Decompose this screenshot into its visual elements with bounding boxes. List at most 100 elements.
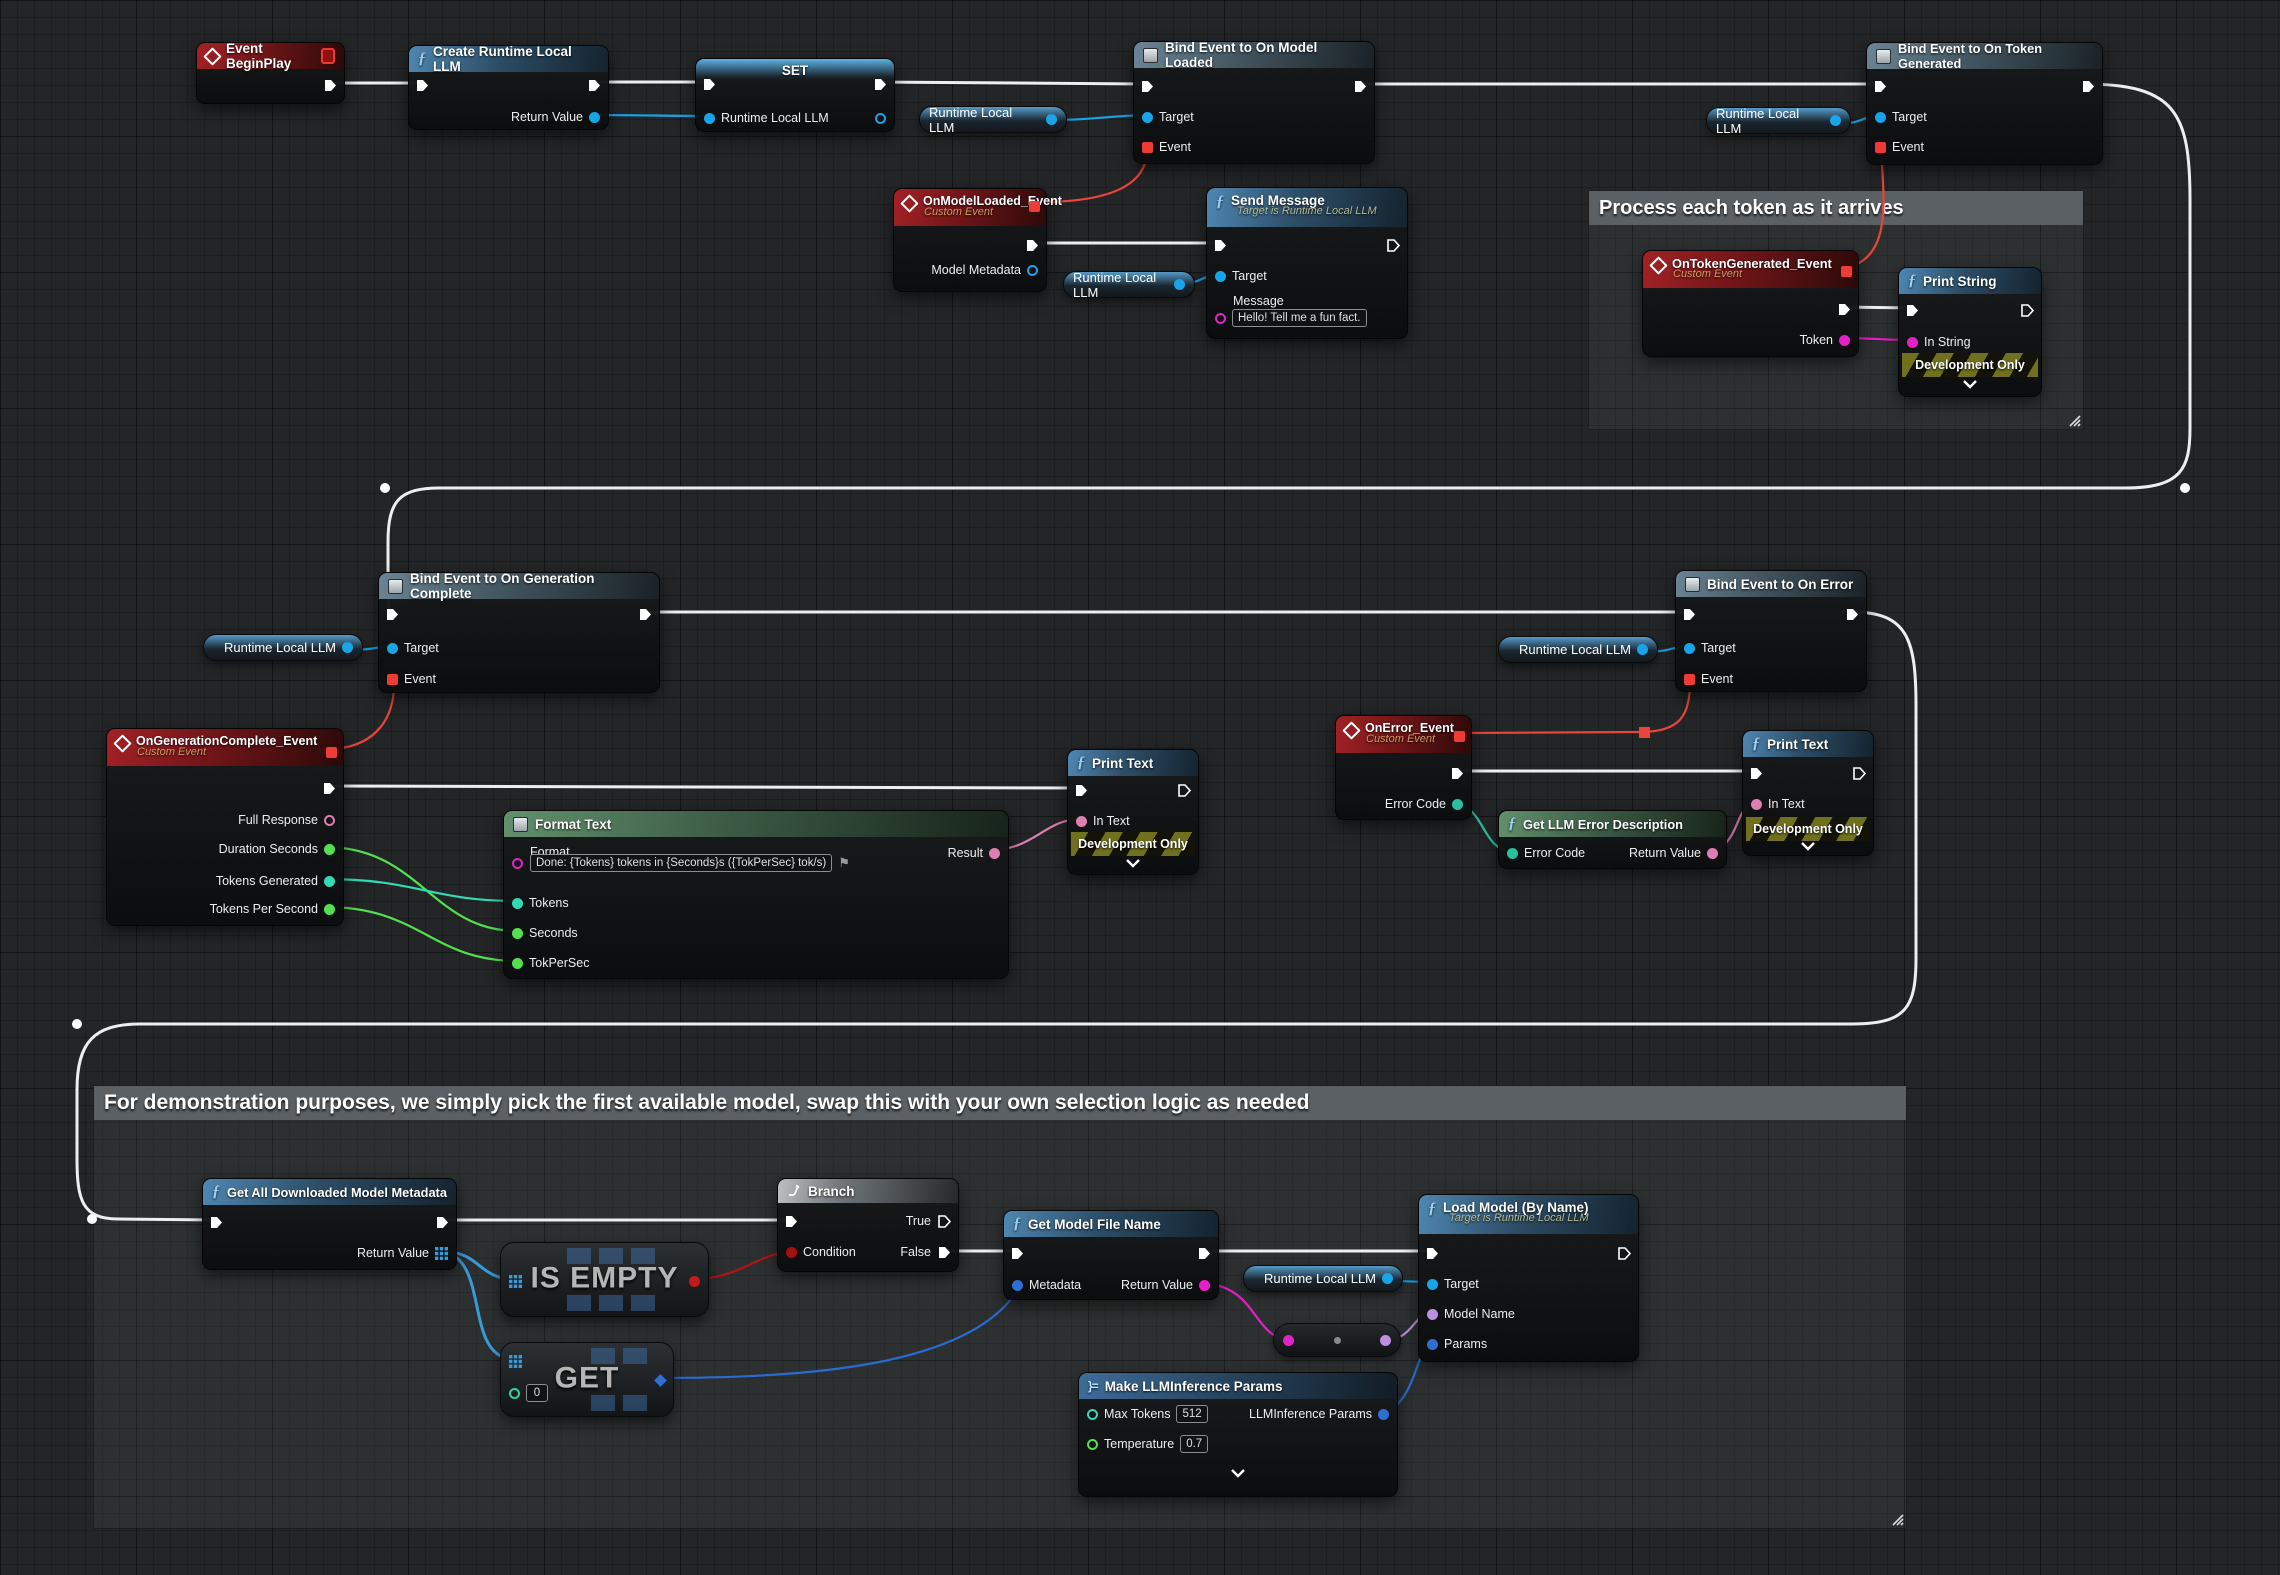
exec-in-pin[interactable] (1682, 606, 1697, 622)
node-make-llminference-params[interactable]: }= Make LLMInference Params Max Tokens 5… (1078, 1372, 1398, 1497)
object-out-pin[interactable] (342, 642, 353, 653)
wire-float-tps-tokpersec[interactable] (326, 907, 517, 961)
error-code-pin[interactable]: Error Code (1385, 796, 1463, 812)
event-pin[interactable]: Event (387, 671, 436, 687)
exec-in-pin[interactable] (702, 76, 717, 92)
target-pin[interactable]: Target (1427, 1276, 1479, 1292)
node-event-beginplay[interactable]: Event BeginPlay (196, 42, 345, 104)
exec-in-pin[interactable] (385, 606, 400, 622)
model-name-pin[interactable]: Model Name (1427, 1306, 1515, 1322)
max-tokens-field[interactable]: 512 (1176, 1405, 1207, 1423)
return-value-array-pin[interactable]: Return Value (357, 1245, 448, 1261)
node-array-is-empty[interactable]: IS EMPTY (500, 1242, 709, 1317)
node-get-model-file-name[interactable]: ƒ Get Model File Name Metadata Return Va… (1003, 1210, 1219, 1300)
exec-in-pin[interactable] (415, 77, 430, 93)
event-pin[interactable]: Event (1684, 671, 1733, 687)
exec-in-pin[interactable] (1905, 302, 1920, 318)
node-print-text[interactable]: ƒ Print Text In Text Development Only (1742, 730, 1874, 856)
target-pin[interactable]: Target (387, 640, 439, 656)
expand-chevron-icon[interactable] (1800, 841, 1816, 851)
true-exec-pin[interactable]: True (906, 1213, 952, 1229)
exec-out-pin[interactable] (587, 77, 602, 93)
tokpersec-pin[interactable]: TokPerSec (512, 955, 589, 971)
exec-in-pin[interactable] (1425, 1245, 1440, 1261)
exec-out-pin[interactable] (2081, 78, 2096, 94)
return-value-pin[interactable]: Return Value (1121, 1277, 1210, 1293)
node-bind-event-on-generation-complete[interactable]: Bind Event to On Generation Complete Tar… (378, 572, 660, 693)
params-pin[interactable]: Params (1427, 1336, 1487, 1352)
index-field[interactable]: 0 (526, 1384, 548, 1402)
wire-delegate-ontokengen[interactable] (1847, 149, 1884, 267)
node-get-all-downloaded-model-metadata[interactable]: ƒ Get All Downloaded Model Metadata Retu… (202, 1178, 457, 1270)
node-on-token-generated-event[interactable]: OnTokenGenerated_Event Custom Event Toke… (1642, 250, 1859, 357)
node-print-text[interactable]: ƒ Print Text In Text Development Only (1067, 749, 1199, 875)
target-pin[interactable]: Target (1142, 109, 1194, 125)
exec-out-pin[interactable] (2020, 302, 2035, 318)
variable-getter-runtime-local-llm[interactable]: Runtime Local LLM (1706, 107, 1851, 134)
seconds-pin[interactable]: Seconds (512, 925, 578, 941)
format-field[interactable]: Done: {Tokens} tokens in {Seconds}s ({To… (530, 854, 832, 872)
delegate-out-pin[interactable] (1029, 198, 1040, 214)
model-metadata-pin[interactable]: Model Metadata (931, 262, 1038, 278)
exec-in-pin[interactable] (1074, 782, 1089, 798)
temperature-pin[interactable]: Temperature 0.7 (1087, 1436, 1208, 1452)
in-text-pin[interactable]: In Text (1751, 796, 1805, 812)
node-bind-event-on-error[interactable]: Bind Event to On Error Target Event (1675, 570, 1867, 692)
node-bind-event-on-token-generated[interactable]: Bind Event to On Token Generated Target … (1866, 42, 2103, 165)
result-pin[interactable]: Result (948, 845, 1000, 861)
in-text-pin[interactable]: In Text (1076, 813, 1130, 829)
exec-in-pin[interactable] (1010, 1245, 1025, 1261)
target-pin[interactable]: Target (1215, 268, 1267, 284)
in-string-pin[interactable]: In String (1907, 334, 1971, 350)
node-create-runtime-local-llm[interactable]: ƒ Create Runtime Local LLM Return Value (408, 45, 609, 130)
reroute-node-delegate[interactable] (1639, 727, 1650, 738)
llminference-params-out-pin[interactable]: LLMInference Params (1249, 1406, 1389, 1422)
exec-in-pin[interactable] (1140, 78, 1155, 94)
variable-getter-runtime-local-llm[interactable]: Runtime Local LLM (203, 634, 363, 661)
node-load-model-by-name[interactable]: ƒ Load Model (By Name) Target is Runtime… (1418, 1194, 1639, 1362)
exec-out-pin[interactable] (1450, 765, 1465, 781)
target-pin[interactable]: Target (1684, 640, 1736, 656)
name-out-pin[interactable] (1380, 1335, 1391, 1346)
node-string-to-name-conversion[interactable] (1273, 1323, 1401, 1357)
node-print-string[interactable]: ƒ Print String In String Development Onl… (1898, 267, 2042, 397)
metadata-pin[interactable]: Metadata (1012, 1277, 1081, 1293)
object-out-pin[interactable] (1382, 1273, 1393, 1284)
error-code-pin[interactable]: Error Code (1507, 845, 1585, 861)
expand-chevron-icon[interactable] (1962, 379, 1978, 389)
array-in-pin[interactable] (509, 1353, 522, 1369)
variable-getter-runtime-local-llm[interactable]: Runtime Local LLM (919, 106, 1067, 133)
exec-out-pin[interactable] (873, 76, 888, 92)
exec-out-pin[interactable] (1025, 237, 1040, 253)
expand-chevron-icon[interactable] (1230, 1468, 1246, 1478)
reroute-node[interactable] (380, 483, 390, 493)
node-on-generation-complete-event[interactable]: OnGenerationComplete_Event Custom Event … (106, 728, 344, 926)
exec-in-pin[interactable] (1213, 237, 1228, 253)
node-on-error-event[interactable]: OnError_Event Custom Event Error Code (1335, 715, 1472, 820)
exec-out-pin[interactable] (638, 606, 653, 622)
target-pin[interactable]: Target (1875, 109, 1927, 125)
set-output-pin[interactable] (875, 110, 886, 126)
node-get-llm-error-description[interactable]: ƒ Get LLM Error Description Error Code R… (1498, 810, 1727, 869)
reroute-node[interactable] (87, 1214, 97, 1224)
node-set-runtime-local-llm[interactable]: SET Runtime Local LLM (695, 58, 895, 132)
object-out-pin[interactable] (1046, 114, 1057, 125)
exec-out-pin[interactable] (1617, 1245, 1632, 1261)
exec-in-pin[interactable] (1749, 765, 1764, 781)
set-value-pin[interactable]: Runtime Local LLM (704, 110, 829, 126)
reroute-node[interactable] (2180, 483, 2190, 493)
exec-in-pin[interactable] (784, 1213, 799, 1229)
message-field[interactable]: Hello! Tell me a fun fact. (1232, 309, 1367, 327)
return-value-pin[interactable]: Return Value (511, 109, 600, 125)
bool-out-pin[interactable] (689, 1273, 700, 1289)
message-pin[interactable]: Hello! Tell me a fun fact. (1215, 310, 1367, 326)
exec-in-pin[interactable] (1873, 78, 1888, 94)
variable-getter-runtime-local-llm[interactable]: Runtime Local LLM (1243, 1265, 1403, 1292)
object-out-pin[interactable] (1637, 644, 1648, 655)
condition-pin[interactable]: Condition (786, 1244, 856, 1260)
element-out-pin[interactable] (656, 1372, 665, 1388)
format-pin[interactable] (512, 855, 523, 871)
wire-exec-set-bindmodelloaded[interactable] (879, 82, 1144, 84)
tokens-generated-pin[interactable]: Tokens Generated (216, 873, 335, 889)
return-value-pin[interactable]: Return Value (1629, 845, 1718, 861)
